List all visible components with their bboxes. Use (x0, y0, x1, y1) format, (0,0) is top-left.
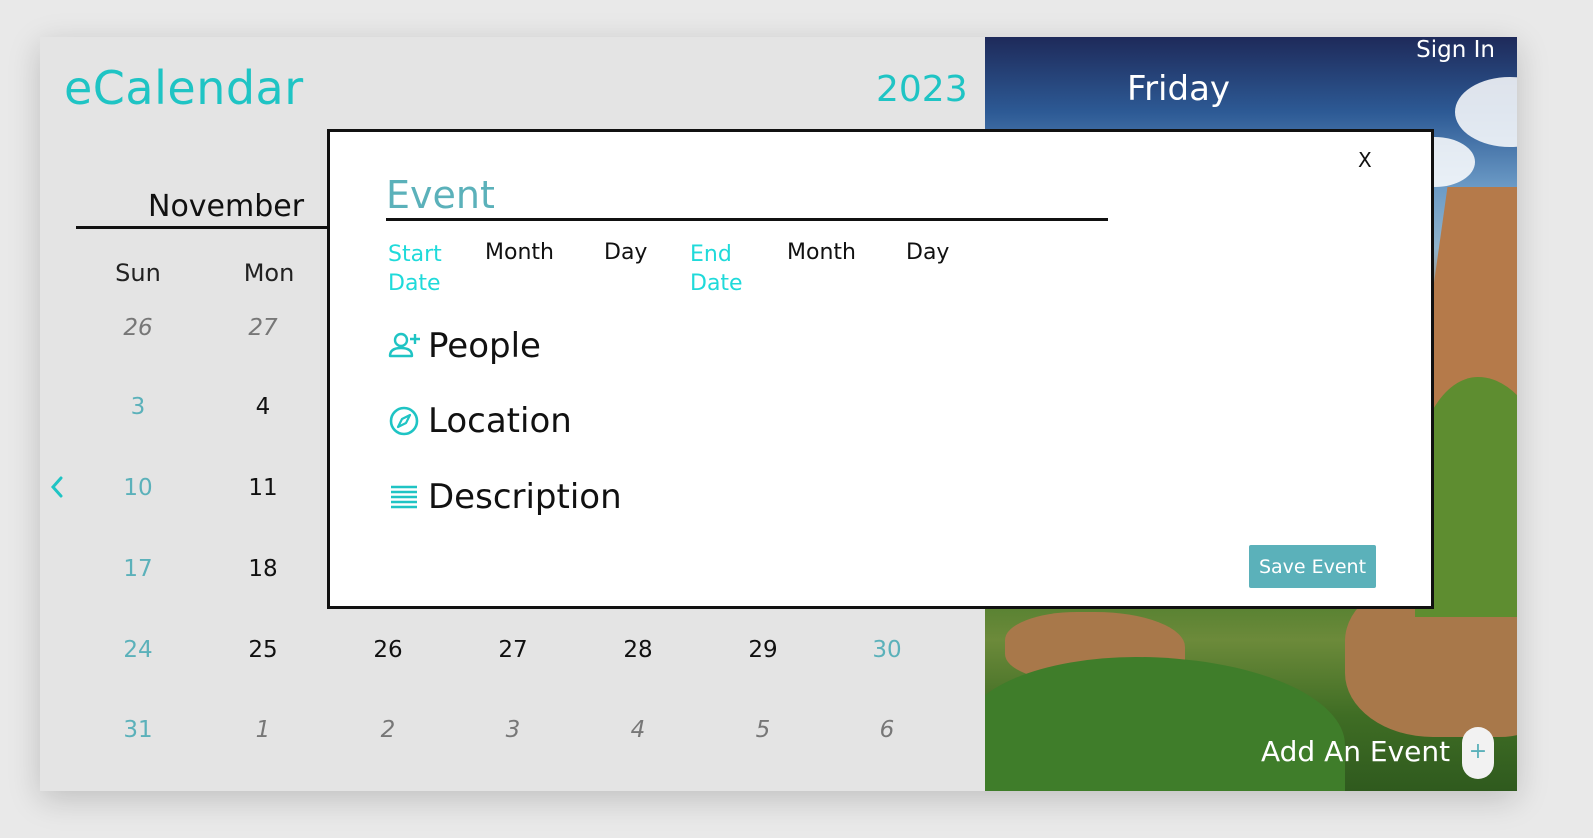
description-label: Description (428, 477, 622, 517)
brand-title: eCalendar (64, 61, 304, 115)
add-person-icon (388, 330, 422, 364)
start-date-label: Start Date (388, 242, 442, 296)
start-month-select[interactable]: Month (485, 240, 554, 265)
calendar-day[interactable]: 3 (98, 394, 178, 420)
calendar-day[interactable]: 5 (723, 717, 803, 743)
month-title: November (148, 189, 305, 224)
location-label: Location (428, 401, 572, 441)
calendar-day[interactable]: 27 (223, 315, 303, 341)
calendar-day[interactable]: 26 (98, 315, 178, 341)
event-modal: X Start Date Month Day End Date Month Da… (327, 129, 1434, 609)
month-underline (76, 226, 336, 229)
add-event-label[interactable]: Add An Event (1261, 735, 1450, 768)
cloud-decoration (1455, 77, 1517, 147)
start-day-select[interactable]: Day (604, 240, 647, 265)
calendar-day[interactable]: 4 (223, 394, 303, 420)
calendar-day[interactable]: 28 (598, 637, 678, 663)
sign-in-link[interactable]: Sign In (1416, 37, 1495, 63)
text-lines-icon (388, 481, 422, 515)
day-name: Friday (1127, 69, 1231, 109)
calendar-day[interactable]: 27 (473, 637, 553, 663)
end-date-label: End Date (690, 242, 743, 296)
calendar-day[interactable]: 17 (98, 556, 178, 582)
calendar-day[interactable]: 31 (98, 717, 178, 743)
save-event-button[interactable]: Save Event (1249, 545, 1376, 588)
calendar-day[interactable]: 30 (847, 637, 927, 663)
compass-icon (388, 405, 422, 439)
close-button[interactable]: X (1358, 148, 1372, 172)
prev-month-chevron-left-icon[interactable] (50, 475, 66, 505)
calendar-day[interactable]: 24 (98, 637, 178, 663)
calendar-day[interactable]: 29 (723, 637, 803, 663)
end-month-select[interactable]: Month (787, 240, 856, 265)
calendar-day[interactable]: 18 (223, 556, 303, 582)
year-label: 2023 (876, 69, 968, 110)
grass-decoration (985, 657, 1345, 791)
weekday-sun: Sun (115, 259, 161, 287)
people-label: People (428, 326, 541, 366)
calendar-day[interactable]: 11 (223, 475, 303, 501)
calendar-day[interactable]: 25 (223, 637, 303, 663)
calendar-day[interactable]: 2 (348, 717, 428, 743)
calendar-day[interactable]: 1 (223, 717, 303, 743)
event-title-input[interactable] (386, 172, 1108, 221)
calendar-day[interactable]: 6 (847, 717, 927, 743)
calendar-day[interactable]: 10 (98, 475, 178, 501)
calendar-day[interactable]: 4 (598, 717, 678, 743)
weekday-mon: Mon (243, 259, 295, 287)
calendar-day[interactable]: 3 (473, 717, 553, 743)
add-event-plus-icon[interactable]: + (1462, 727, 1494, 779)
calendar-day[interactable]: 26 (348, 637, 428, 663)
end-day-select[interactable]: Day (906, 240, 949, 265)
